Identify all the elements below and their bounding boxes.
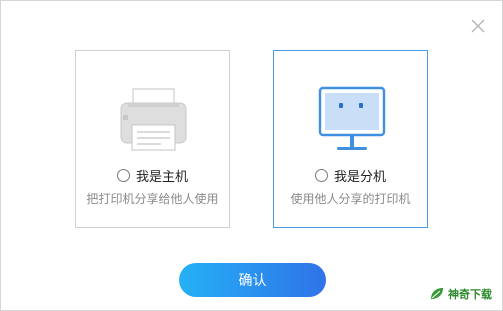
close-button[interactable] xyxy=(469,17,487,35)
client-choice[interactable]: 我是分机 xyxy=(274,166,427,185)
client-description: 使用他人分享的打印机 xyxy=(290,192,411,206)
host-choice[interactable]: 我是主机 xyxy=(76,166,229,185)
confirm-button[interactable]: 确认 xyxy=(179,263,326,297)
site-watermark: 神奇下载 xyxy=(429,284,492,304)
leaf-logo-icon xyxy=(431,288,443,299)
watermark-text: 神奇下载 xyxy=(448,288,492,301)
host-radio[interactable] xyxy=(116,169,130,182)
dialog-window: 我是主机 把打印机分享给他人使用 我是分机 使用他人分享的打印机 确认 神奇下载 xyxy=(0,0,503,311)
client-option-card[interactable]: 我是分机 使用他人分享的打印机 xyxy=(273,50,428,228)
close-icon xyxy=(471,19,485,33)
client-radio[interactable] xyxy=(314,169,328,182)
host-option-card[interactable]: 我是主机 把打印机分享给他人使用 xyxy=(75,50,230,228)
host-label: 我是主机 xyxy=(135,170,188,185)
host-description: 把打印机分享给他人使用 xyxy=(86,192,219,206)
client-label: 我是分机 xyxy=(333,170,386,185)
